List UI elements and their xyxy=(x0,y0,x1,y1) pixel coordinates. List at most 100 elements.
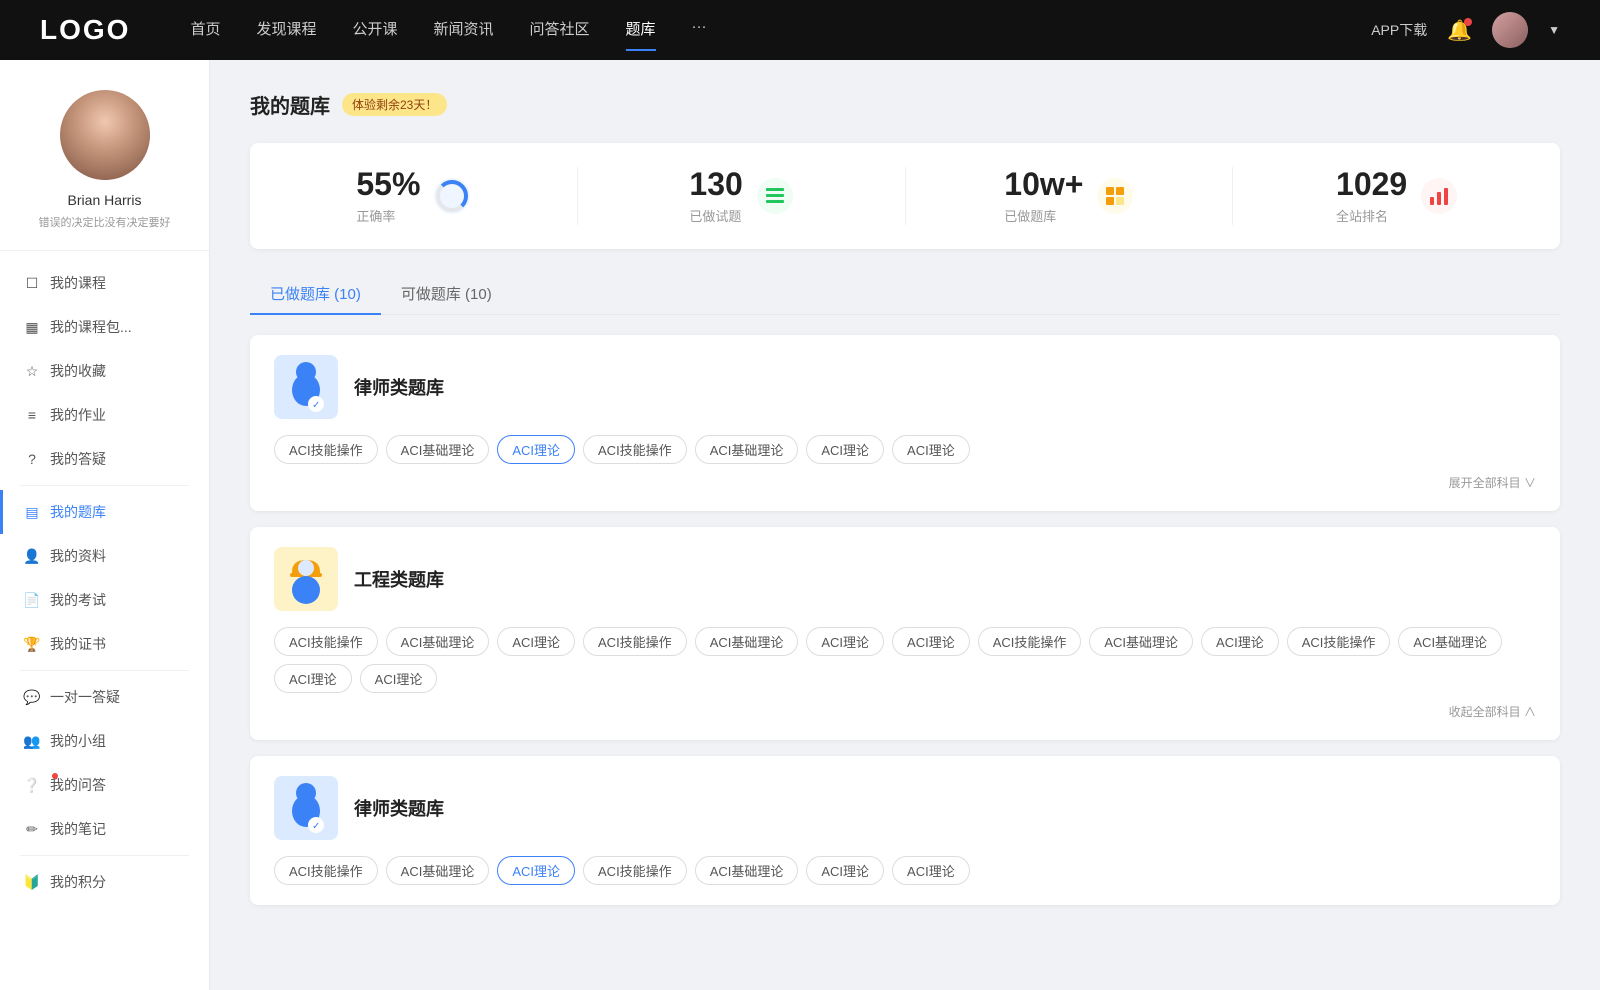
stat-value-rank: 1029 xyxy=(1336,167,1407,202)
sidebar-item-my-group[interactable]: 👥 我的小组 xyxy=(0,719,209,763)
nav-links: 首页 发现课程 公开课 新闻资讯 问答社区 题库 ··· xyxy=(190,18,1371,43)
qbank-card-lawyer-1: ✓ 律师类题库 ACI技能操作 ACI基础理论 ACI理论 ACI技能操作 AC… xyxy=(250,335,1560,511)
lawyer-avatar-icon: ✓ xyxy=(282,358,330,416)
tag-lawyer1-5[interactable]: ACI理论 xyxy=(806,435,884,464)
sidebar-label-one-on-one: 一对一答疑 xyxy=(50,687,120,707)
sidebar-item-my-certificates[interactable]: 🏆 我的证书 xyxy=(0,622,209,666)
tag-lawyer2-3[interactable]: ACI技能操作 xyxy=(583,856,687,885)
tag-lawyer2-5[interactable]: ACI理论 xyxy=(806,856,884,885)
profile-avatar[interactable] xyxy=(60,90,150,180)
qbank-header-lawyer-2: ✓ 律师类题库 xyxy=(274,776,1536,840)
homework-icon: ≡ xyxy=(24,407,40,423)
sidebar-label-my-profile: 我的资料 xyxy=(50,546,106,566)
profile-motto: 错误的决定比没有决定要好 xyxy=(39,214,171,230)
qbank-title-engineer-1: 工程类题库 xyxy=(354,566,444,592)
tag-eng1-8[interactable]: ACI基础理论 xyxy=(1089,627,1193,656)
stat-label-rank: 全站排名 xyxy=(1336,206,1407,225)
list-icon xyxy=(764,185,786,207)
profile-icon: 👤 xyxy=(24,548,40,564)
qbank-card-engineer-1: 工程类题库 ACI技能操作 ACI基础理论 ACI理论 ACI技能操作 ACI基… xyxy=(250,527,1560,740)
tag-lawyer1-2[interactable]: ACI理论 xyxy=(497,435,575,464)
tag-eng1-11[interactable]: ACI基础理论 xyxy=(1398,627,1502,656)
tag-eng1-0[interactable]: ACI技能操作 xyxy=(274,627,378,656)
tag-lawyer1-4[interactable]: ACI基础理论 xyxy=(695,435,799,464)
tag-lawyer2-1[interactable]: ACI基础理论 xyxy=(386,856,490,885)
nav-open-course[interactable]: 公开课 xyxy=(352,18,397,43)
notification-dot xyxy=(1464,18,1472,26)
stat-label-correct: 正确率 xyxy=(356,206,420,225)
nav-news[interactable]: 新闻资讯 xyxy=(434,18,494,43)
nav-more[interactable]: ··· xyxy=(692,18,707,43)
page-title: 我的题库 xyxy=(250,90,330,119)
sidebar-item-my-favorites[interactable]: ☆ 我的收藏 xyxy=(0,349,209,393)
sidebar-item-my-questions[interactable]: ▤ 我的题库 xyxy=(0,490,209,534)
nav-home[interactable]: 首页 xyxy=(190,18,220,43)
qbank-avatar-engineer-1 xyxy=(274,547,338,611)
group-icon: 👥 xyxy=(24,733,40,749)
sidebar-item-my-packages[interactable]: ▦ 我的课程包... xyxy=(0,305,209,349)
sidebar-label-my-group: 我的小组 xyxy=(50,731,106,751)
qa-icon: ? xyxy=(24,451,40,467)
sidebar-item-my-exams[interactable]: 📄 我的考试 xyxy=(0,578,209,622)
stat-icon-done xyxy=(757,178,793,214)
tag-eng1-12[interactable]: ACI理论 xyxy=(274,664,352,693)
tag-eng1-1[interactable]: ACI基础理论 xyxy=(386,627,490,656)
app-download-button[interactable]: APP下载 xyxy=(1371,20,1427,40)
nav-qa[interactable]: 问答社区 xyxy=(530,18,590,43)
svg-text:✓: ✓ xyxy=(312,821,320,832)
sidebar-label-my-points: 我的积分 xyxy=(50,872,106,892)
tag-eng1-13[interactable]: ACI理论 xyxy=(360,664,438,693)
expand-button-lawyer-1[interactable]: 展开全部科目 ∨ xyxy=(1449,474,1536,491)
main-content: 我的题库 体验剩余23天！ 55% 正确率 xyxy=(210,60,1600,990)
avatar-image xyxy=(1492,12,1528,48)
courses-icon: ☐ xyxy=(24,275,40,291)
sidebar-label-my-favorites: 我的收藏 xyxy=(50,361,106,381)
qbank-footer-lawyer-1: 展开全部科目 ∨ xyxy=(274,474,1536,491)
qbank-avatar-lawyer-1: ✓ xyxy=(274,355,338,419)
nav-question-bank[interactable]: 题库 xyxy=(626,18,656,43)
tag-lawyer2-0[interactable]: ACI技能操作 xyxy=(274,856,378,885)
tab-done-banks[interactable]: 已做题库 (10) xyxy=(250,273,381,314)
tag-eng1-4[interactable]: ACI基础理论 xyxy=(695,627,799,656)
tag-lawyer1-1[interactable]: ACI基础理论 xyxy=(386,435,490,464)
tag-lawyer2-2[interactable]: ACI理论 xyxy=(497,856,575,885)
tag-eng1-9[interactable]: ACI理论 xyxy=(1201,627,1279,656)
sidebar-item-my-qa[interactable]: ? 我的答疑 xyxy=(0,437,209,481)
user-menu-chevron[interactable]: ▼ xyxy=(1548,23,1560,37)
sidebar-item-my-answers[interactable]: ❔ 我的问答 xyxy=(0,763,209,807)
tag-eng1-5[interactable]: ACI理论 xyxy=(806,627,884,656)
sidebar-label-my-packages: 我的课程包... xyxy=(50,317,132,337)
sidebar-item-my-profile[interactable]: 👤 我的资料 xyxy=(0,534,209,578)
tab-available-banks[interactable]: 可做题库 (10) xyxy=(381,273,512,314)
chart-icon xyxy=(1428,185,1450,207)
tag-eng1-6[interactable]: ACI理论 xyxy=(892,627,970,656)
stat-label-banks: 已做题库 xyxy=(1004,206,1083,225)
exams-icon: 📄 xyxy=(24,592,40,608)
notification-bell[interactable]: 🔔 xyxy=(1447,18,1472,43)
user-avatar[interactable] xyxy=(1492,12,1528,48)
tag-eng1-2[interactable]: ACI理论 xyxy=(497,627,575,656)
profile-name: Brian Harris xyxy=(68,192,142,208)
lawyer-avatar-2-icon: ✓ xyxy=(282,779,330,837)
sidebar-item-one-on-one[interactable]: 💬 一对一答疑 xyxy=(0,675,209,719)
sidebar-divider-1 xyxy=(20,485,189,486)
tag-eng1-3[interactable]: ACI技能操作 xyxy=(583,627,687,656)
sidebar-item-my-points[interactable]: 🔰 我的积分 xyxy=(0,860,209,904)
tag-lawyer1-6[interactable]: ACI理论 xyxy=(892,435,970,464)
tag-lawyer2-6[interactable]: ACI理论 xyxy=(892,856,970,885)
packages-icon: ▦ xyxy=(24,319,40,335)
stat-value-correct: 55% xyxy=(356,167,420,202)
collapse-button-engineer-1[interactable]: 收起全部科目 ∧ xyxy=(1449,703,1536,720)
tag-lawyer1-3[interactable]: ACI技能操作 xyxy=(583,435,687,464)
tag-lawyer1-0[interactable]: ACI技能操作 xyxy=(274,435,378,464)
tag-eng1-10[interactable]: ACI技能操作 xyxy=(1287,627,1391,656)
nav-discover[interactable]: 发现课程 xyxy=(256,18,316,43)
sidebar-item-my-courses[interactable]: ☐ 我的课程 xyxy=(0,261,209,305)
sidebar-item-my-notes[interactable]: ✏ 我的笔记 xyxy=(0,807,209,851)
tag-lawyer2-4[interactable]: ACI基础理论 xyxy=(695,856,799,885)
qbank-title-lawyer-1: 律师类题库 xyxy=(354,374,444,400)
stat-text-banks: 10w+ 已做题库 xyxy=(1004,167,1083,225)
sidebar-divider-2 xyxy=(20,670,189,671)
sidebar-item-my-homework[interactable]: ≡ 我的作业 xyxy=(0,393,209,437)
tag-eng1-7[interactable]: ACI技能操作 xyxy=(978,627,1082,656)
